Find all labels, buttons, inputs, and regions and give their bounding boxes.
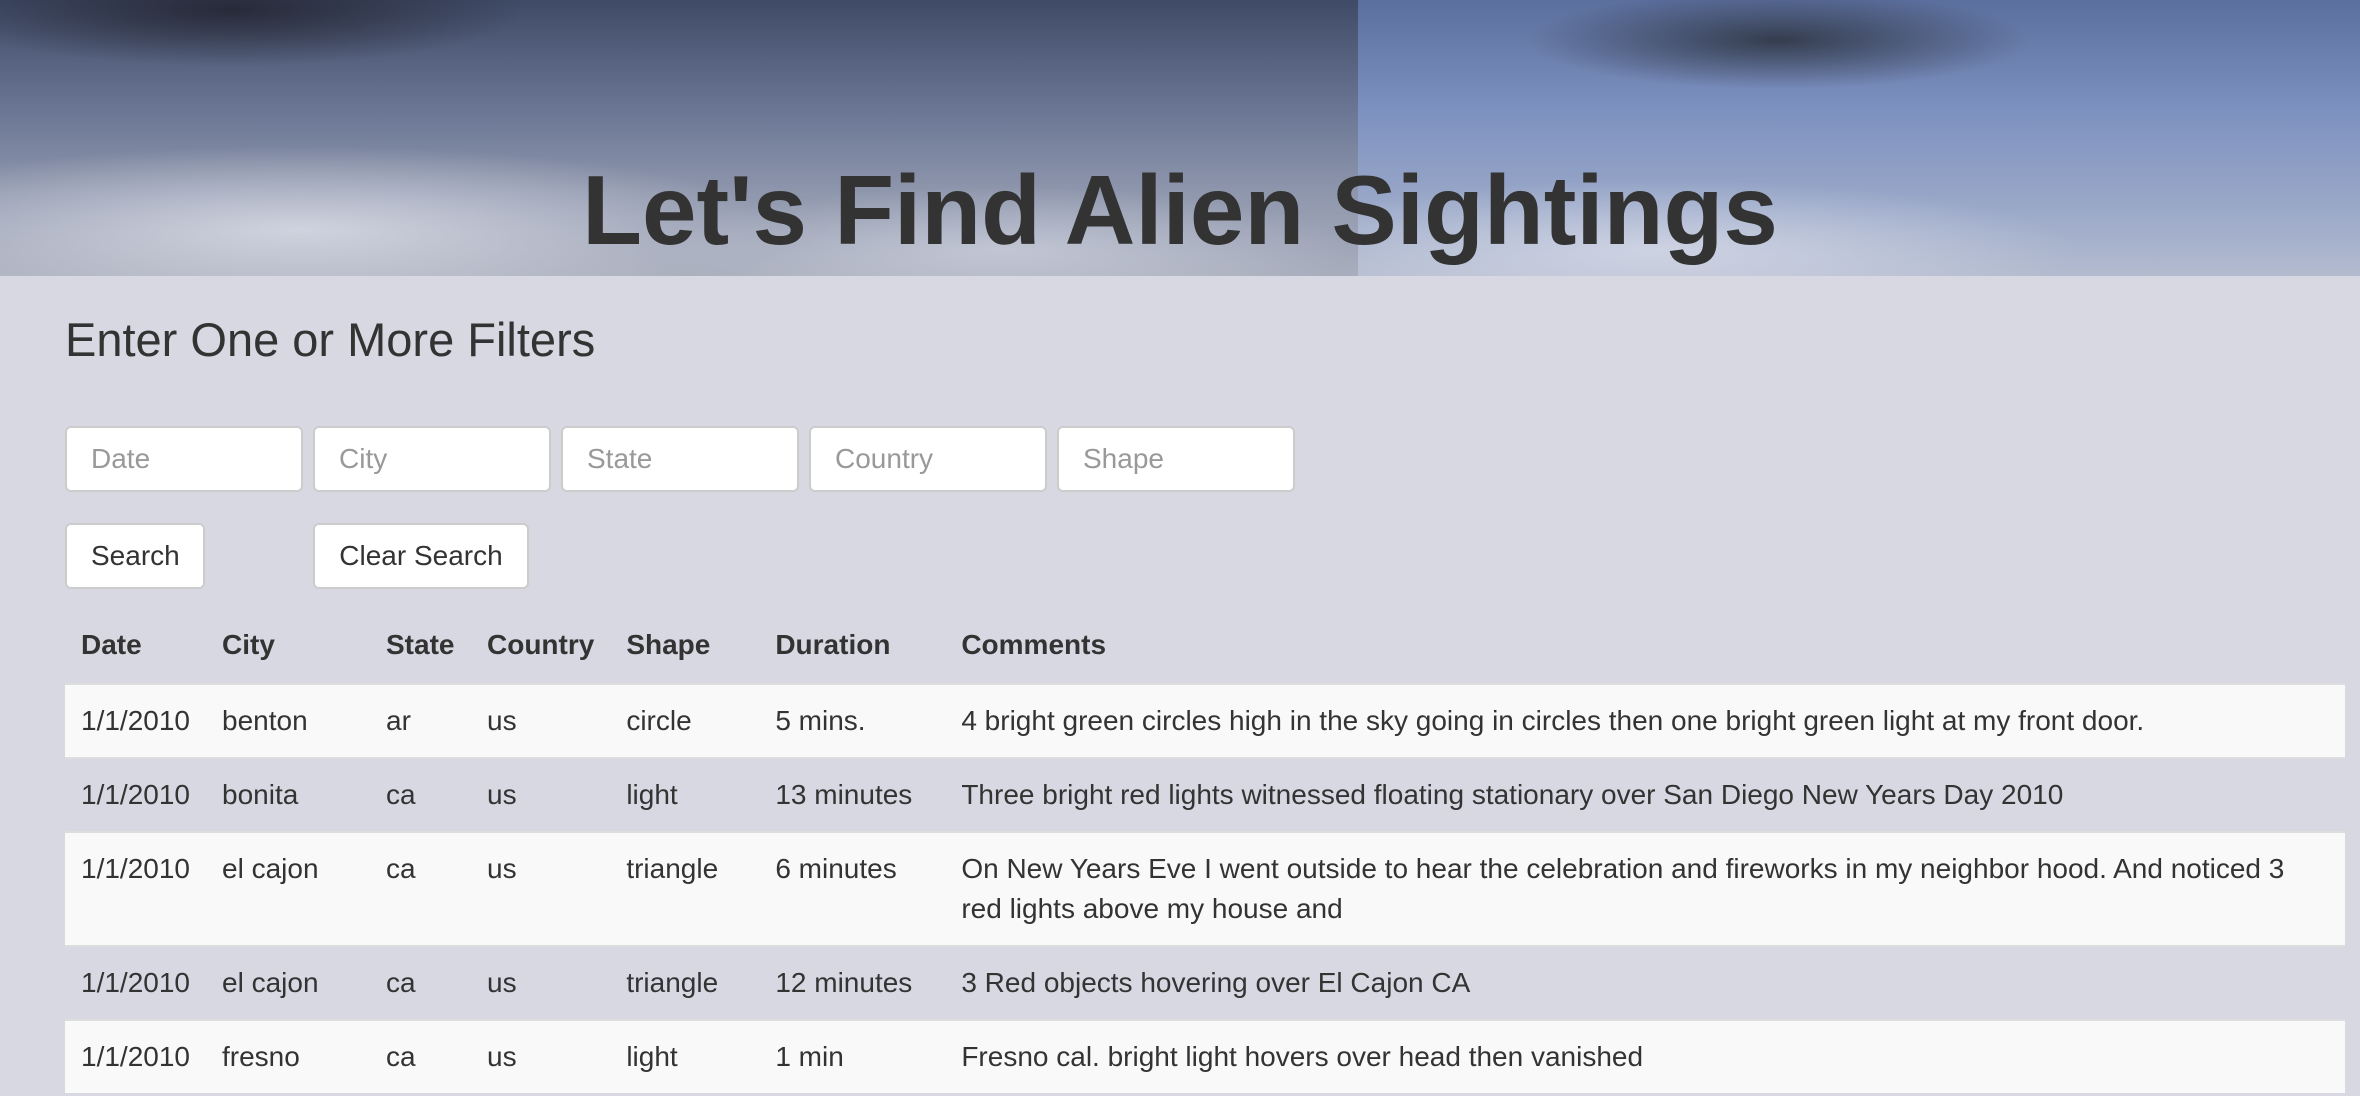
cell-city: bonita: [206, 757, 370, 832]
cell-date: 1/1/2010: [65, 683, 206, 758]
cell-shape: light: [610, 757, 760, 832]
cell-state: ca: [370, 831, 471, 946]
cell-shape: light: [610, 1019, 760, 1093]
shape-filter-input[interactable]: [1057, 426, 1295, 492]
cell-duration: 5 mins.: [759, 683, 946, 758]
cell-date: 1/1/2010: [65, 831, 206, 946]
filter-inputs: [65, 426, 2345, 492]
clear-search-button[interactable]: Clear Search: [313, 523, 529, 589]
cell-country: us: [471, 831, 611, 946]
cell-date: 1/1/2010: [65, 945, 206, 1020]
sightings-table: Date City State Country Shape Duration C…: [65, 617, 2345, 1093]
cell-state: ca: [370, 945, 471, 1020]
table-row: 1/1/2010 bonita ca us light 13 minutes T…: [65, 757, 2345, 832]
filter-buttons: Search Clear Search: [65, 523, 2345, 589]
cell-duration: 1 min: [759, 1019, 946, 1093]
cell-date: 1/1/2010: [65, 1019, 206, 1093]
column-header-comments: Comments: [961, 629, 1107, 660]
cell-date: 1/1/2010: [65, 757, 206, 832]
cell-city: el cajon: [206, 831, 370, 946]
cell-city: el cajon: [206, 945, 370, 1020]
cell-shape: triangle: [610, 945, 760, 1020]
page-title: Let's Find Alien Sightings: [582, 155, 1778, 265]
date-filter-input[interactable]: [65, 426, 303, 492]
cell-shape: triangle: [610, 831, 760, 946]
column-header-duration: Duration: [775, 629, 891, 660]
filters-heading: Enter One or More Filters: [65, 313, 596, 366]
country-filter-input[interactable]: [809, 426, 1047, 492]
cell-city: benton: [206, 683, 370, 758]
cell-comments: On New Years Eve I went outside to hear …: [945, 831, 2345, 946]
table-row: 1/1/2010 benton ar us circle 5 mins. 4 b…: [65, 683, 2345, 758]
column-header-shape: Shape: [626, 629, 711, 660]
cell-country: us: [471, 683, 611, 758]
table-row: 1/1/2010 el cajon ca us triangle 12 minu…: [65, 945, 2345, 1020]
column-header-date: Date: [81, 629, 142, 660]
cell-country: us: [471, 1019, 611, 1093]
cell-comments: 4 bright green circles high in the sky g…: [945, 683, 2345, 758]
column-header-country: Country: [487, 629, 595, 660]
cell-state: ar: [370, 683, 471, 758]
cell-city: fresno: [206, 1019, 370, 1093]
cell-shape: circle: [610, 683, 760, 758]
hero-banner: Let's Find Alien Sightings: [0, 0, 2360, 276]
table-header: Date City State Country Shape Duration C…: [65, 617, 2345, 684]
column-header-city: City: [222, 629, 275, 660]
main-content: Enter One or More Filters Search Clear S…: [0, 276, 2360, 1093]
table-row: 1/1/2010 el cajon ca us triangle 6 minut…: [65, 831, 2345, 946]
city-filter-input[interactable]: [313, 426, 551, 492]
cell-duration: 12 minutes: [759, 945, 946, 1020]
state-filter-input[interactable]: [561, 426, 799, 492]
cell-country: us: [471, 945, 611, 1020]
cell-duration: 13 minutes: [759, 757, 946, 832]
search-button[interactable]: Search: [65, 523, 205, 589]
cell-duration: 6 minutes: [759, 831, 946, 946]
cell-comments: Three bright red lights witnessed floati…: [945, 757, 2345, 832]
table-body: 1/1/2010 benton ar us circle 5 mins. 4 b…: [65, 683, 2345, 1093]
table-row: 1/1/2010 fresno ca us light 1 min Fresno…: [65, 1019, 2345, 1093]
cell-comments: Fresno cal. bright light hovers over hea…: [945, 1019, 2345, 1093]
cell-state: ca: [370, 1019, 471, 1093]
cell-country: us: [471, 757, 611, 832]
column-header-state: State: [386, 629, 455, 660]
cell-comments: 3 Red objects hovering over El Cajon CA: [945, 945, 2345, 1020]
cell-state: ca: [370, 757, 471, 832]
